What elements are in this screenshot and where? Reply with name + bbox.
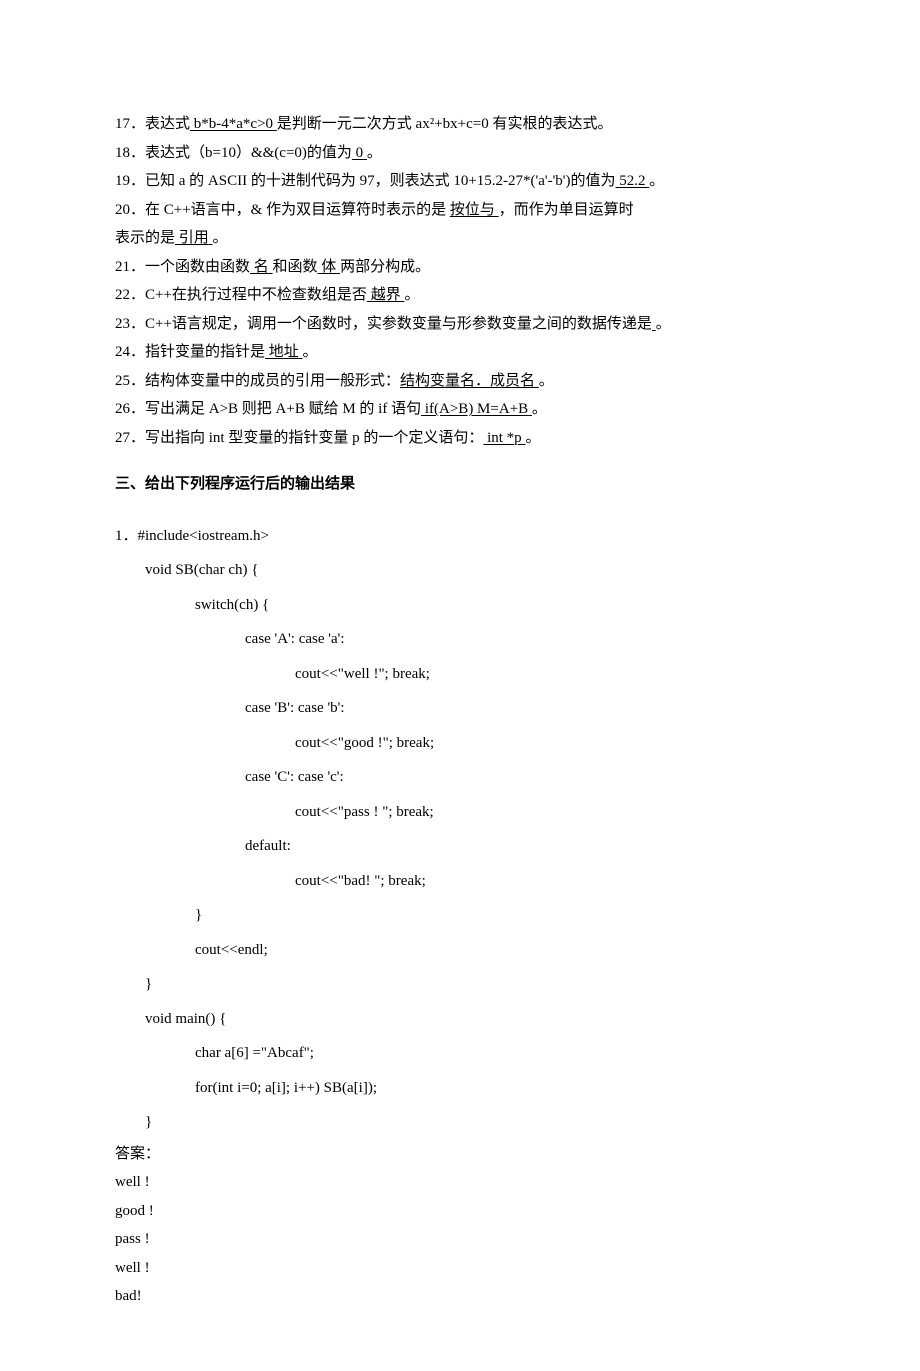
- q21-tail: 两部分构成。: [340, 259, 430, 275]
- code-block: 1．#include<iostream.h> void SB(char ch) …: [115, 519, 805, 1140]
- answer-line: well !: [115, 1168, 805, 1197]
- q20-prefix2: 表示的是: [115, 230, 175, 246]
- code-line: cout<<"pass ! "; break;: [115, 795, 805, 830]
- q17-prefix: 17．表达式: [115, 116, 190, 132]
- q26-answer: if(A>B) M=A+B: [421, 401, 528, 417]
- code-line: }: [115, 967, 805, 1002]
- q22-answer: 越界: [367, 287, 401, 303]
- section-3-title: 三、给出下列程序运行后的输出结果: [115, 470, 805, 499]
- q24-answer: 地址: [265, 344, 299, 360]
- q20-prefix: 20．在 C++语言中，& 作为双目运算符时表示的是: [115, 202, 450, 218]
- q23-prefix: 23．C++语言规定，调用一个函数时，实参数变量与形参数变量之间的数据传递是: [115, 316, 652, 332]
- question-20-line2: 表示的是 引用 。: [115, 224, 805, 253]
- answer-line: good !: [115, 1197, 805, 1226]
- question-20-line1: 20．在 C++语言中，& 作为双目运算符时表示的是 按位与 ，而作为单目运算时: [115, 196, 805, 225]
- q17-tail: 是判断一元二次方式 ax²+bx+c=0 有实根的表达式。: [277, 116, 613, 132]
- q21-prefix: 21．一个函数由函数: [115, 259, 250, 275]
- q18-answer: 0: [352, 145, 363, 161]
- q19-tail: 。: [649, 173, 664, 189]
- q20-answer1: 按位与: [450, 202, 495, 218]
- q27-answer: int *p: [483, 430, 521, 446]
- code-line: void main() {: [115, 1002, 805, 1037]
- question-25: 25．结构体变量中的成员的引用一般形式：结构变量名．成员名 。: [115, 367, 805, 396]
- question-19: 19．已知 a 的 ASCII 的十进制代码为 97，则表达式 10+15.2-…: [115, 167, 805, 196]
- q25-prefix: 25．结构体变量中的成员的引用一般形式：: [115, 373, 400, 389]
- question-18: 18．表达式（b=10）&&(c=0)的值为 0 。: [115, 139, 805, 168]
- q25-answer: 结构变量名．成员名: [400, 373, 535, 389]
- answer-line: bad!: [115, 1282, 805, 1311]
- q20-tail: 。: [213, 230, 228, 246]
- answer-line: pass !: [115, 1225, 805, 1254]
- question-27: 27．写出指向 int 型变量的指针变量 p 的一个定义语句： int *p 。: [115, 424, 805, 453]
- q24-tail: 。: [303, 344, 318, 360]
- q20-answer2: 引用: [175, 230, 209, 246]
- question-24: 24．指针变量的指针是 地址 。: [115, 338, 805, 367]
- code-line: case 'B': case 'b':: [115, 691, 805, 726]
- q27-tail: 。: [525, 430, 540, 446]
- q19-answer: 52.2: [616, 173, 646, 189]
- answer-label: 答案：: [115, 1140, 805, 1169]
- q26-tail: 。: [532, 401, 547, 417]
- code-line: cout<<endl;: [115, 933, 805, 968]
- question-17: 17．表达式 b*b-4*a*c>0 是判断一元二次方式 ax²+bx+c=0 …: [115, 110, 805, 139]
- code-line: cout<<"bad! "; break;: [115, 864, 805, 899]
- answer-block: 答案： well ! good ! pass ! well ! bad!: [115, 1140, 805, 1311]
- question-26: 26．写出满足 A>B 则把 A+B 赋给 M 的 if 语句 if(A>B) …: [115, 395, 805, 424]
- q25-tail: 。: [539, 373, 554, 389]
- code-line: char a[6] ="Abcaf";: [115, 1036, 805, 1071]
- code-line: void SB(char ch) {: [115, 553, 805, 588]
- question-22: 22．C++在执行过程中不检查数组是否 越界 。: [115, 281, 805, 310]
- code-line: case 'A': case 'a':: [115, 622, 805, 657]
- answer-line: well !: [115, 1254, 805, 1283]
- code-line: case 'C': case 'c':: [115, 760, 805, 795]
- document-page: 17．表达式 b*b-4*a*c>0 是判断一元二次方式 ax²+bx+c=0 …: [0, 0, 920, 1371]
- code-line: switch(ch) {: [115, 588, 805, 623]
- q21-answer2: 体: [318, 259, 337, 275]
- code-line: default:: [115, 829, 805, 864]
- q24-prefix: 24．指针变量的指针是: [115, 344, 265, 360]
- code-line: }: [115, 1105, 805, 1140]
- q18-tail: 。: [367, 145, 382, 161]
- code-line: cout<<"well !"; break;: [115, 657, 805, 692]
- q22-prefix: 22．C++在执行过程中不检查数组是否: [115, 287, 367, 303]
- question-21: 21．一个函数由函数 名 和函数 体 两部分构成。: [115, 253, 805, 282]
- code-line: for(int i=0; a[i]; i++) SB(a[i]);: [115, 1071, 805, 1106]
- q20-mid: ，而作为单目运算时: [499, 202, 634, 218]
- q26-prefix: 26．写出满足 A>B 则把 A+B 赋给 M 的 if 语句: [115, 401, 421, 417]
- q23-tail: 。: [656, 316, 671, 332]
- q27-prefix: 27．写出指向 int 型变量的指针变量 p 的一个定义语句：: [115, 430, 483, 446]
- q21-answer1: 名: [250, 259, 269, 275]
- q17-answer: b*b-4*a*c>0: [190, 116, 273, 132]
- q18-prefix: 18．表达式（b=10）&&(c=0)的值为: [115, 145, 352, 161]
- code-line: }: [115, 898, 805, 933]
- code-line: 1．#include<iostream.h>: [115, 519, 805, 554]
- q19-prefix: 19．已知 a 的 ASCII 的十进制代码为 97，则表达式 10+15.2-…: [115, 173, 616, 189]
- q22-tail: 。: [404, 287, 419, 303]
- code-line: cout<<"good !"; break;: [115, 726, 805, 761]
- q21-mid: 和函数: [273, 259, 318, 275]
- question-23: 23．C++语言规定，调用一个函数时，实参数变量与形参数变量之间的数据传递是 。: [115, 310, 805, 339]
